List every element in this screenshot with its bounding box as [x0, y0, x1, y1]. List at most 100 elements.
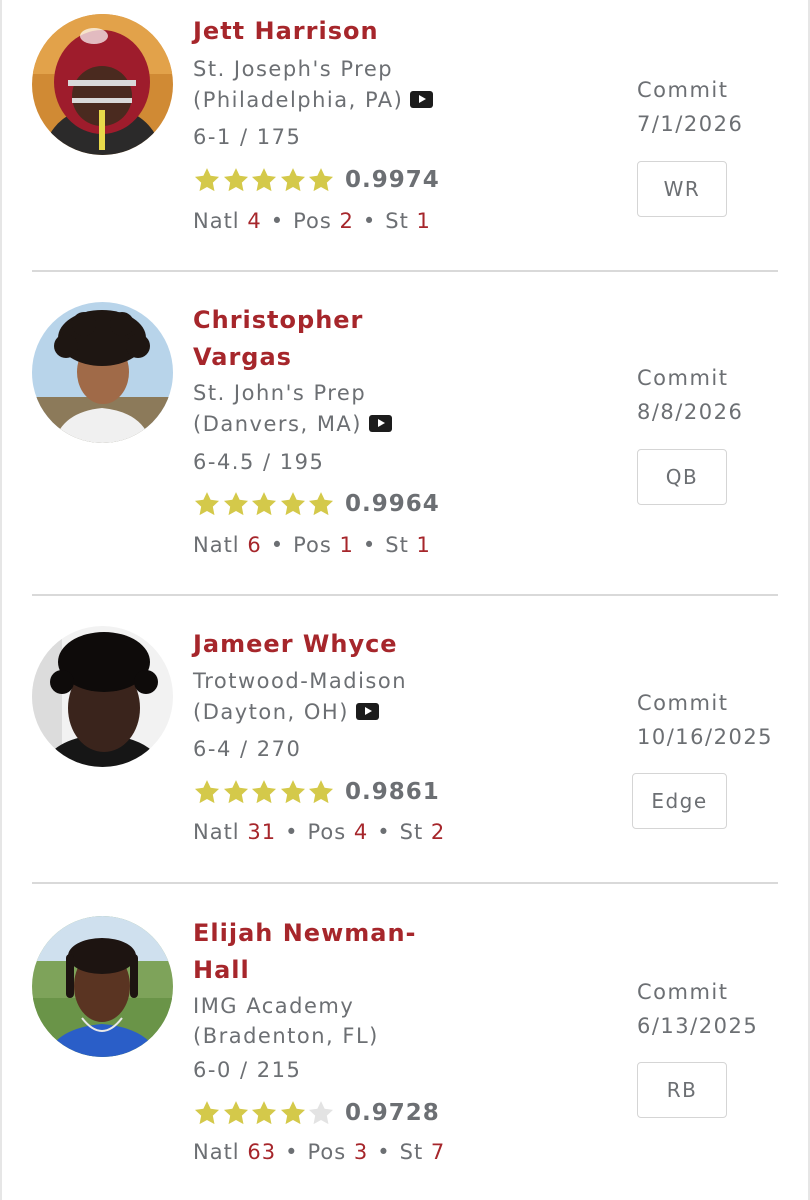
- state-rank[interactable]: 1: [417, 209, 431, 233]
- school-location: (Dayton, OH): [193, 697, 379, 728]
- rating-score: 0.9728: [344, 1100, 440, 1126]
- commit-date: 7/1/2026: [637, 112, 744, 136]
- rankings: Natl 6 • Pos 1 • St 1: [193, 533, 431, 557]
- rankings: Natl 4 • Pos 2 • St 1: [193, 209, 431, 233]
- commit-date: 6/13/2025: [637, 1014, 759, 1038]
- video-icon[interactable]: [355, 703, 379, 720]
- commit-label: Commit: [637, 366, 729, 390]
- natl-label: Natl: [193, 209, 240, 233]
- separator-dot: •: [285, 1140, 299, 1164]
- recruit-card[interactable]: Elijah Newman-Hall IMG Academy (Bradento…: [0, 884, 810, 1200]
- height-weight: 6-4 / 270: [193, 737, 302, 761]
- star-filled-icon: [194, 780, 220, 804]
- st-label: St: [385, 533, 409, 557]
- star-filled-icon: [252, 780, 277, 804]
- recruit-card[interactable]: Jett Harrison St. Joseph's Prep (Philade…: [0, 0, 810, 272]
- commit-label: Commit: [637, 980, 729, 1004]
- video-icon[interactable]: [410, 91, 434, 108]
- video-icon[interactable]: [369, 415, 392, 432]
- natl-rank[interactable]: 63: [247, 1140, 276, 1164]
- star-filled-icon: [223, 492, 248, 516]
- commit-date: 10/16/2025: [637, 725, 774, 749]
- separator-dot: •: [270, 209, 285, 233]
- state-rank[interactable]: 1: [417, 533, 431, 557]
- st-label: St: [399, 1140, 424, 1164]
- star-filled-icon: [252, 1101, 277, 1125]
- star-rating: [193, 490, 336, 518]
- commit-date: 8/8/2026: [637, 400, 744, 424]
- school-name: St. Joseph's Prep: [193, 57, 394, 81]
- position-button[interactable]: WR: [637, 161, 727, 217]
- position-button[interactable]: RB: [637, 1062, 727, 1118]
- natl-label: Natl: [193, 820, 240, 844]
- recruit-card[interactable]: Christopher Vargas St. John's Prep (Danv…: [0, 272, 810, 596]
- rating-score: 0.9964: [344, 491, 440, 517]
- star-filled-icon: [309, 168, 334, 192]
- rating-row: 0.9964: [193, 488, 440, 520]
- player-name[interactable]: Elijah Newman-Hall: [193, 915, 443, 989]
- star-filled-icon: [280, 168, 305, 192]
- star-filled-icon: [309, 492, 334, 516]
- pos-rank[interactable]: 4: [354, 820, 368, 844]
- position-button[interactable]: Edge: [632, 773, 727, 829]
- star-filled-icon: [252, 168, 277, 192]
- natl-rank[interactable]: 31: [247, 820, 276, 844]
- player-avatar[interactable]: [32, 626, 173, 767]
- school-location: (Danvers, MA): [193, 409, 392, 440]
- rankings: Natl 31 • Pos 4 • St 2: [193, 820, 445, 844]
- school-name: St. John's Prep: [193, 381, 367, 405]
- pos-label: Pos: [307, 1140, 347, 1164]
- natl-rank[interactable]: 4: [247, 209, 261, 233]
- rating-row: 0.9974: [193, 164, 440, 196]
- state-rank[interactable]: 7: [431, 1140, 445, 1164]
- player-avatar[interactable]: [32, 916, 173, 1057]
- natl-label: Natl: [193, 1140, 240, 1164]
- star-rating: [193, 166, 336, 194]
- separator-dot: •: [285, 820, 299, 844]
- pos-rank[interactable]: 2: [340, 209, 354, 233]
- star-filled-icon: [223, 168, 248, 192]
- separator-dot: •: [362, 533, 377, 557]
- star-filled-icon: [223, 780, 248, 804]
- star-filled-icon: [280, 492, 305, 516]
- pos-rank[interactable]: 1: [340, 533, 354, 557]
- school-name: IMG Academy: [193, 994, 355, 1018]
- star-filled-icon: [194, 1101, 220, 1125]
- star-filled-icon: [194, 492, 220, 516]
- school-name: Trotwood-Madison: [193, 669, 408, 693]
- position-button[interactable]: QB: [637, 449, 727, 505]
- star-rating: [193, 778, 336, 806]
- rating-row: 0.9728: [193, 1097, 440, 1129]
- rankings: Natl 63 • Pos 3 • St 7: [193, 1140, 445, 1164]
- school-location: (Philadelphia, PA): [193, 85, 434, 116]
- rating-score: 0.9974: [344, 167, 440, 193]
- rating-row: 0.9861: [193, 776, 440, 808]
- state-rank[interactable]: 2: [431, 820, 445, 844]
- recruit-card[interactable]: Jameer Whyce Trotwood-Madison (Dayton, O…: [0, 596, 810, 884]
- player-avatar[interactable]: [32, 302, 173, 443]
- pos-label: Pos: [293, 209, 332, 233]
- separator-dot: •: [362, 209, 377, 233]
- st-label: St: [399, 820, 424, 844]
- rating-score: 0.9861: [344, 779, 440, 805]
- height-weight: 6-0 / 215: [193, 1058, 302, 1082]
- star-filled-icon: [309, 780, 334, 804]
- player-name[interactable]: Jameer Whyce: [193, 626, 443, 663]
- commit-label: Commit: [637, 78, 729, 102]
- pos-rank[interactable]: 3: [354, 1140, 368, 1164]
- star-empty-icon: [309, 1101, 334, 1125]
- star-filled-icon: [280, 780, 305, 804]
- commit-label: Commit: [637, 691, 729, 715]
- player-name[interactable]: Jett Harrison: [193, 13, 443, 50]
- player-name[interactable]: Christopher Vargas: [193, 302, 443, 376]
- star-filled-icon: [280, 1101, 305, 1125]
- pos-label: Pos: [307, 820, 347, 844]
- player-avatar[interactable]: [32, 14, 173, 155]
- star-filled-icon: [223, 1101, 248, 1125]
- star-filled-icon: [194, 168, 220, 192]
- pos-label: Pos: [293, 533, 332, 557]
- natl-label: Natl: [193, 533, 240, 557]
- separator-dot: •: [377, 820, 391, 844]
- natl-rank[interactable]: 6: [247, 533, 261, 557]
- star-filled-icon: [252, 492, 277, 516]
